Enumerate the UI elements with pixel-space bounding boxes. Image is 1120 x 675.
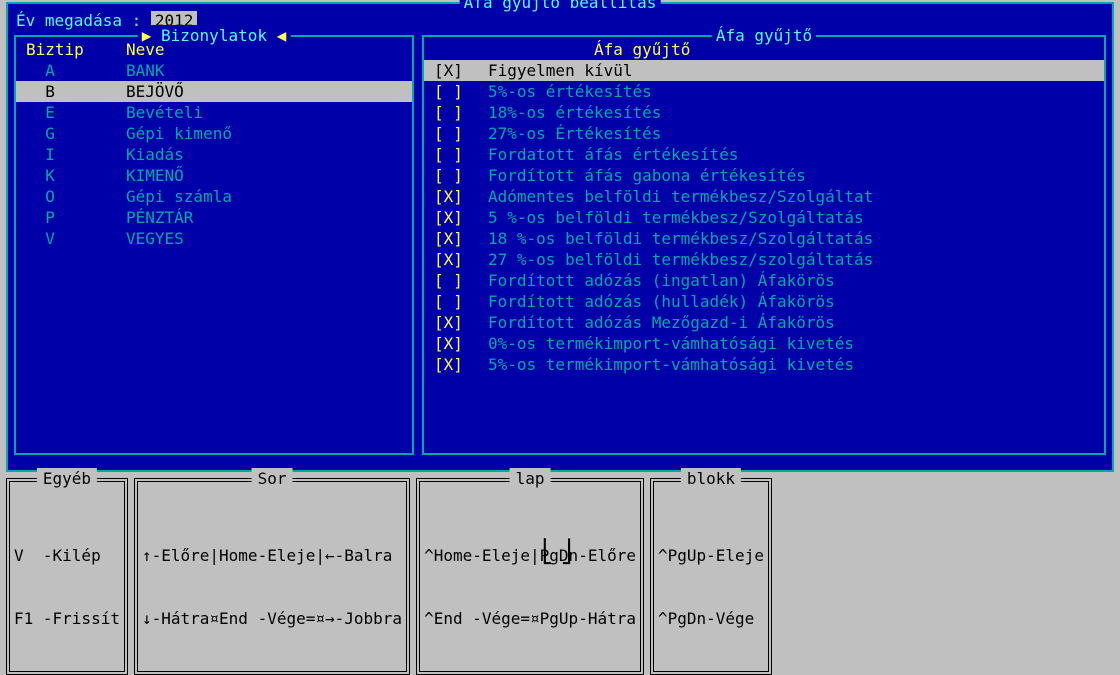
afagyujto-row[interactable]: [ ]Fordított adózás (ingatlan) Áfakörös: [424, 270, 1104, 291]
bizonylat-row[interactable]: IKiadás: [16, 144, 412, 165]
afagyujto-name: 5%-os termékimport-vámhatósági kivetés: [488, 354, 1094, 375]
bizonylat-row[interactable]: PPÉNZTÁR: [16, 207, 412, 228]
checkbox-icon[interactable]: [X]: [434, 333, 488, 354]
afagyujto-row[interactable]: [ ]5%-os értékesítés: [424, 81, 1104, 102]
afagyujto-name: 27%-os Értékesítés: [488, 123, 1094, 144]
afagyujto-row[interactable]: [ ]18%-os értékesítés: [424, 102, 1104, 123]
bizonylat-code: V: [26, 228, 126, 249]
help-bar: Egyéb V -Kilép F1 -Frissít Sor ↑-Előre|H…: [6, 478, 1114, 675]
afagyujto-row[interactable]: [X]Adómentes belföldi termékbesz/Szolgál…: [424, 186, 1104, 207]
afagyujto-title: Áfa gyűjtő: [712, 25, 816, 46]
help-blokk-l2[interactable]: ^PgDn-Vége: [658, 608, 764, 629]
bizonylat-row[interactable]: EBevételi: [16, 102, 412, 123]
afagyujto-list[interactable]: [X]Figyelmen kívül[ ]5%-os értékesítés[ …: [424, 60, 1104, 375]
bizonylat-row[interactable]: VVEGYES: [16, 228, 412, 249]
help-lap-l2[interactable]: ^End -Vége=¤PgUp-Hátra: [424, 608, 636, 629]
afagyujto-row[interactable]: [X]27 %-os belföldi termékbesz/szolgálta…: [424, 249, 1104, 270]
bizonylat-name: Bevételi: [126, 102, 203, 123]
bizonylat-name: KIMENŐ: [126, 165, 184, 186]
bizonylatok-list[interactable]: ABANK BBEJÖVŐ EBevételi GGépi kimenő IKi…: [16, 60, 412, 249]
bizonylat-row[interactable]: GGépi kimenő: [16, 123, 412, 144]
bizonylat-code: B: [26, 81, 126, 102]
afagyujto-name: Fordított adózás (hulladék) Áfakörös: [488, 291, 1094, 312]
checkbox-icon[interactable]: [ ]: [434, 123, 488, 144]
afagyujto-name: 18 %-os belföldi termékbesz/Szolgáltatás: [488, 228, 1094, 249]
checkbox-icon[interactable]: [X]: [434, 60, 488, 81]
checkbox-icon[interactable]: [ ]: [434, 81, 488, 102]
checkbox-icon[interactable]: [X]: [434, 186, 488, 207]
bizonylat-row[interactable]: OGépi számla: [16, 186, 412, 207]
afagyujto-row[interactable]: [X] 5%-os termékimport-vámhatósági kivet…: [424, 354, 1104, 375]
checkbox-icon[interactable]: [ ]: [434, 102, 488, 123]
checkbox-icon[interactable]: [X]: [434, 354, 488, 375]
help-lap: lap ^Home-Eleje|PgDn-Előre ^End -Vége=¤P…: [416, 478, 644, 675]
afagyujto-row[interactable]: [ ]Fordatott áfás értékesítés: [424, 144, 1104, 165]
afagyujto-row[interactable]: [X]Figyelmen kívül: [424, 60, 1104, 81]
bizonylat-name: Gépi számla: [126, 186, 232, 207]
afagyujto-row[interactable]: [ ]Fordított adózás (hulladék) Áfakörös: [424, 291, 1104, 312]
checkbox-icon[interactable]: [X]: [434, 207, 488, 228]
afagyujto-name: 27 %-os belföldi termékbesz/szolgáltatás: [488, 249, 1094, 270]
bizonylat-code: G: [26, 123, 126, 144]
bizonylat-row[interactable]: KKIMENŐ: [16, 165, 412, 186]
afagyujto-row[interactable]: [X]5 %-os belföldi termékbesz/Szolgáltat…: [424, 207, 1104, 228]
bizonylat-code: O: [26, 186, 126, 207]
arrow-right-icon: ▶: [142, 26, 161, 45]
main-window: Áfa gyűjtő beállítás Év megadása : 2012 …: [6, 2, 1114, 472]
bizonylatok-title: ▶ Bizonylatok ◀: [138, 25, 291, 46]
bizonylat-code: E: [26, 102, 126, 123]
afagyujto-name: 5 %-os belföldi termékbesz/Szolgáltatás: [488, 207, 1094, 228]
afagyujto-name: Fordított áfás gabona értékesítés: [488, 165, 1094, 186]
afagyujto-panel: Áfa gyűjtő Áfa gyűjtő [X]Figyelmen kívül…: [422, 35, 1106, 455]
afagyujto-name: Adómentes belföldi termékbesz/Szolgáltat: [488, 186, 1094, 207]
checkbox-icon[interactable]: [X]: [434, 249, 488, 270]
checkbox-icon[interactable]: [X]: [434, 312, 488, 333]
bizonylat-row[interactable]: BBEJÖVŐ: [16, 81, 412, 102]
bizonylat-code: A: [26, 60, 126, 81]
afagyujto-row[interactable]: [X]Fordított adózás Mezőgazd-i Áfakörös: [424, 312, 1104, 333]
afagyujto-name: 0%-os termékimport-vámhatósági kivetés: [488, 333, 1094, 354]
help-blokk: blokk ^PgUp-Eleje ^PgDn-Vége: [650, 478, 772, 675]
afagyujto-name: Fordatott áfás értékesítés: [488, 144, 1094, 165]
help-sor-l2[interactable]: ↓-Hátra¤End -Vége=¤→-Jobbra: [142, 608, 402, 629]
afagyujto-name: Fordított adózás Mezőgazd-i Áfakörös: [488, 312, 1094, 333]
bizonylat-name: Gépi kimenő: [126, 123, 232, 144]
checkbox-icon[interactable]: [ ]: [434, 291, 488, 312]
bizonylat-name: BEJÖVŐ: [126, 81, 184, 102]
arrow-left-icon: ◀: [267, 26, 286, 45]
afagyujto-name: 18%-os értékesítés: [488, 102, 1094, 123]
bizonylat-row[interactable]: ABANK: [16, 60, 412, 81]
afagyujto-row[interactable]: [ ]Fordított áfás gabona értékesítés: [424, 165, 1104, 186]
help-frissit[interactable]: F1 -Frissít: [14, 608, 120, 629]
checkbox-icon[interactable]: [ ]: [434, 165, 488, 186]
afagyujto-row[interactable]: [X]18 %-os belföldi termékbesz/Szolgálta…: [424, 228, 1104, 249]
bizonylat-name: PÉNZTÁR: [126, 207, 193, 228]
afagyujto-name: 5%-os értékesítés: [488, 81, 1094, 102]
help-sor: Sor ↑-Előre|Home-Eleje|←-Balra ↓-Hátra¤E…: [134, 478, 410, 675]
bizonylat-name: BANK: [126, 60, 165, 81]
window-title: Áfa gyűjtő beállítás: [460, 0, 661, 13]
bizonylat-name: VEGYES: [126, 228, 184, 249]
afagyujto-name: Fordított adózás (ingatlan) Áfakörös: [488, 270, 1094, 291]
col-biztip: Biztip: [26, 39, 126, 60]
afagyujto-row[interactable]: [ ]27%-os Értékesítés: [424, 123, 1104, 144]
year-label: Év megadása :: [16, 11, 151, 30]
checkbox-icon[interactable]: [X]: [434, 228, 488, 249]
afagyujto-name: Figyelmen kívül: [488, 60, 1094, 81]
checkbox-icon[interactable]: [ ]: [434, 144, 488, 165]
bizonylat-code: P: [26, 207, 126, 228]
bizonylat-name: Kiadás: [126, 144, 184, 165]
help-egyeb: Egyéb V -Kilép F1 -Frissít: [6, 478, 128, 675]
footer-bracket-icon: ⎣⎦: [0, 542, 1120, 563]
bizonylatok-panel: ▶ Bizonylatok ◀ Biztip Neve ABANK BBEJÖV…: [14, 35, 414, 455]
checkbox-icon[interactable]: [ ]: [434, 270, 488, 291]
afagyujto-row[interactable]: [X] 0%-os termékimport-vámhatósági kivet…: [424, 333, 1104, 354]
bizonylat-code: I: [26, 144, 126, 165]
bizonylat-code: K: [26, 165, 126, 186]
